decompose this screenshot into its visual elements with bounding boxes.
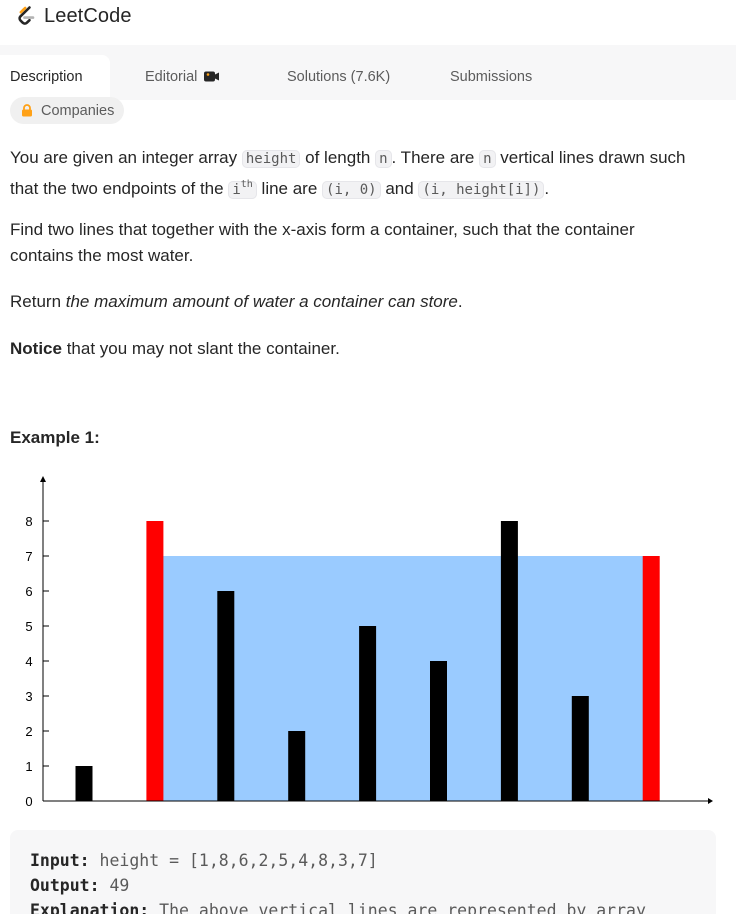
- tab-description[interactable]: Description: [10, 69, 83, 85]
- description-paragraph-2: Find two lines that together with the x-…: [10, 220, 635, 265]
- text: .: [457, 292, 463, 311]
- bar: [288, 731, 306, 801]
- text: You are given an integer array: [10, 148, 242, 167]
- y-tick-label: 2: [25, 724, 32, 739]
- logo[interactable]: LeetCode: [14, 4, 132, 28]
- input-value: height = [1,8,6,2,5,4,8,3,7]: [89, 851, 378, 870]
- y-tick-label: 1: [25, 759, 32, 774]
- bar: [430, 661, 447, 801]
- explanation-value: The above vertical lines are represented…: [149, 901, 646, 914]
- highlight-bar: [642, 556, 660, 801]
- inline-code: n: [479, 150, 496, 168]
- text: of length: [300, 148, 376, 167]
- y-tick-label: 4: [25, 654, 32, 669]
- tab-editorial[interactable]: Editorial: [145, 69, 220, 85]
- x-axis-arrow: [708, 798, 713, 804]
- example-input-line: Input: height = [1,8,6,2,5,4,8,3,7]: [30, 851, 378, 870]
- tab-submissions[interactable]: Submissions: [450, 69, 532, 85]
- bar: [359, 626, 377, 801]
- output-value: 49: [99, 876, 130, 895]
- inline-code: height: [241, 150, 301, 168]
- companies-button[interactable]: Companies: [10, 97, 125, 124]
- emphasis-text: the maximum amount of water a container …: [65, 292, 458, 311]
- y-tick-label: 6: [25, 584, 32, 599]
- strong-text: Notice: [10, 339, 62, 358]
- example-output-line: Output: 49: [30, 876, 129, 895]
- description-paragraph-1: You are given an integer array height of…: [10, 145, 710, 203]
- inline-code: (i, 0): [322, 181, 381, 199]
- bar: [75, 766, 93, 801]
- y-tick-label: 8: [25, 514, 32, 529]
- text: and: [380, 179, 419, 198]
- leetcode-logo-icon: [18, 6, 35, 25]
- example-explanation-line: Explanation: The above vertical lines ar…: [30, 901, 646, 914]
- video-icon: [204, 71, 220, 82]
- inline-code: ith: [228, 179, 257, 199]
- inline-code: (i, height[i]): [418, 181, 545, 199]
- container-chart: 0 1 2 3 4 5 6 7 8: [25, 476, 713, 809]
- text: .: [544, 179, 550, 198]
- example-title: Example 1:: [10, 428, 100, 447]
- text: . There are: [391, 148, 480, 167]
- code-text: i: [232, 182, 241, 198]
- superscript: th: [240, 179, 253, 190]
- bar: [217, 591, 235, 801]
- top-bar: LeetCode: [0, 0, 736, 44]
- tab-solutions[interactable]: Solutions (7.6K): [287, 69, 390, 85]
- lock-icon: [22, 104, 32, 117]
- highlight-bar: [146, 521, 164, 801]
- logo-text: LeetCode: [44, 4, 132, 27]
- y-axis-arrow: [40, 476, 46, 482]
- text: Return: [10, 292, 66, 311]
- example-box: Input: height = [1,8,6,2,5,4,8,3,7] Outp…: [10, 830, 716, 914]
- text: that you may not slant the container.: [61, 339, 340, 358]
- y-tick-label: 5: [25, 619, 32, 634]
- inline-code: n: [375, 150, 392, 168]
- y-tick-label: 0: [25, 794, 32, 809]
- tab-editorial-label: Editorial: [145, 69, 198, 85]
- bar: [571, 696, 589, 801]
- input-label: Input:: [30, 851, 90, 870]
- y-tick-label: 3: [25, 689, 32, 704]
- explanation-label: Explanation:: [30, 901, 150, 914]
- companies-label: Companies: [41, 102, 115, 119]
- output-label: Output:: [30, 876, 100, 895]
- bar: [500, 521, 518, 801]
- y-tick-label: 7: [25, 549, 32, 564]
- description-paragraph-4: Notice that you may not slant the contai…: [10, 336, 710, 362]
- text: line are: [256, 179, 323, 198]
- description-paragraph-3: Return the maximum amount of water a con…: [10, 289, 710, 315]
